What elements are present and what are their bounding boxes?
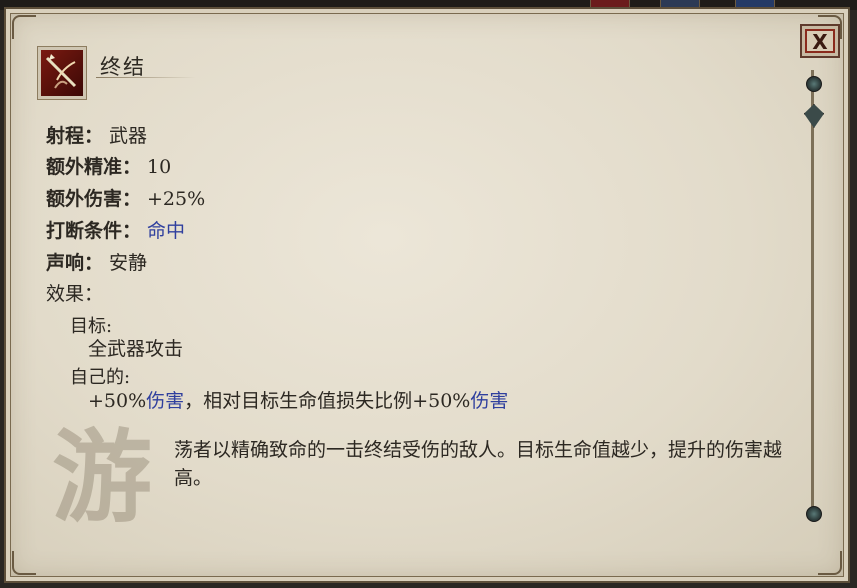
effect-self-value: +50%伤害，相对目标生命值损失比例+50%伤害 [88,390,508,412]
stat-value: 安静 [109,252,148,274]
stat-noise: 声响： 安静 [46,252,147,274]
close-button[interactable]: X [800,24,840,58]
effect-damage-link[interactable]: 伤害 [470,390,508,412]
close-icon[interactable]: X [805,29,835,53]
slash-strike-icon-graphic [45,54,77,89]
effect-target-label: 目标: [70,316,113,337]
effect-value-part: +50% [88,390,147,412]
class-watermark: 游 [52,419,152,536]
stat-value-link[interactable]: 命中 [147,220,185,242]
stat-label: 额外伤害： [46,188,142,210]
scrollbar-track[interactable] [811,70,814,515]
effect-damage-link[interactable]: 伤害 [146,390,184,412]
stat-label: 声响： [46,252,104,274]
frame-corner-ornament [12,15,36,39]
stat-label: 打断条件： [46,220,142,242]
scroll-down-knob[interactable] [806,506,822,522]
stat-value: 10 [147,156,172,178]
stat-label: 额外精准： [46,156,142,178]
effect-value-part: ，相对目标生命值损失比例 [184,390,413,412]
slash-strike-icon [37,46,87,100]
effects-label-text: 效果： [46,283,104,305]
frame-corner-ornament [12,551,36,575]
stat-label: 射程： [46,125,104,147]
effect-target-value[interactable]: 全武器攻击 [88,338,183,360]
stat-range: 射程： 武器 [46,125,147,147]
stat-value: +25% [147,188,206,210]
effect-value-part: +50% [412,390,471,412]
stat-accuracy: 额外精准： 10 [46,156,171,178]
frame-corner-ornament [818,551,842,575]
stat-damage: 额外伤害： +25% [46,188,205,210]
effects-label: 效果： [46,283,103,305]
stat-interrupt: 打断条件： 命中 [46,220,185,242]
effect-self-label: 自己的: [70,367,131,388]
title-divider [96,77,196,78]
ability-description: 荡者以精确致命的一击终结受伤的敌人。目标生命值越少，提升的伤害越高。 [174,439,783,489]
scroll-up-knob[interactable] [806,76,822,92]
stat-value: 武器 [109,125,148,147]
